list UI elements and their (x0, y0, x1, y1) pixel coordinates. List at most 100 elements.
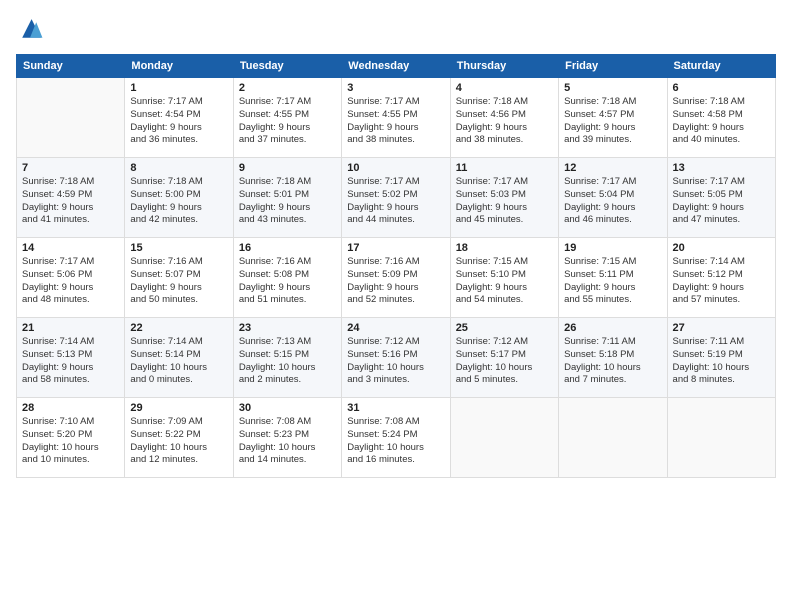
calendar-cell: 17 Sunrise: 7:16 AMSunset: 5:09 PMDayligh… (342, 238, 450, 318)
calendar-week-row: 28 Sunrise: 7:10 AMSunset: 5:20 PMDayligh… (17, 398, 776, 478)
calendar-cell: 8 Sunrise: 7:18 AMSunset: 5:00 PMDaylight… (125, 158, 233, 238)
day-number: 1 (130, 82, 227, 94)
calendar-cell: 13Sunrise: 7:17 AMSunset: 5:05 PMDayligh… (667, 158, 775, 238)
day-number: 16 (239, 242, 336, 254)
calendar-cell: 20Sunrise: 7:14 AMSunset: 5:12 PMDayligh… (667, 238, 775, 318)
calendar-cell: 12 Sunrise: 7:17 AMSunset: 5:04 PMDayligh… (559, 158, 667, 238)
calendar-cell (667, 398, 775, 478)
cell-content: Sunrise: 7:09 AMSunset: 5:22 PMDaylight:… (130, 416, 227, 467)
calendar-cell: 15 Sunrise: 7:16 AMSunset: 5:07 PMDayligh… (125, 238, 233, 318)
cell-content: Sunrise: 7:15 AMSunset: 5:10 PMDaylight:… (456, 256, 553, 307)
cell-content: Sunrise: 7:11 AMSunset: 5:18 PMDaylight:… (564, 336, 661, 387)
day-number: 22 (130, 322, 227, 334)
day-number: 3 (347, 82, 444, 94)
calendar-header-row: SundayMondayTuesdayWednesdayThursdayFrid… (17, 55, 776, 78)
day-header-wednesday: Wednesday (342, 55, 450, 78)
day-number: 17 (347, 242, 444, 254)
cell-content: Sunrise: 7:18 AMSunset: 4:56 PMDaylight:… (456, 96, 553, 147)
cell-content: Sunrise: 7:17 AMSunset: 4:55 PMDaylight:… (347, 96, 444, 147)
day-number: 31 (347, 402, 444, 414)
calendar-cell: 7 Sunrise: 7:18 AMSunset: 4:59 PMDaylight… (17, 158, 125, 238)
day-number: 20 (673, 242, 770, 254)
day-number: 11 (456, 162, 553, 174)
cell-content: Sunrise: 7:13 AMSunset: 5:15 PMDaylight:… (239, 336, 336, 387)
calendar-cell: 10Sunrise: 7:17 AMSunset: 5:02 PMDayligh… (342, 158, 450, 238)
day-number: 9 (239, 162, 336, 174)
day-header-sunday: Sunday (17, 55, 125, 78)
calendar-cell: 22 Sunrise: 7:14 AMSunset: 5:14 PMDayligh… (125, 318, 233, 398)
calendar-cell: 4 Sunrise: 7:18 AMSunset: 4:56 PMDaylight… (450, 78, 558, 158)
cell-content: Sunrise: 7:18 AMSunset: 4:59 PMDaylight:… (22, 176, 119, 227)
day-number: 23 (239, 322, 336, 334)
calendar-cell: 25Sunrise: 7:12 AMSunset: 5:17 PMDayligh… (450, 318, 558, 398)
calendar-cell: 23 Sunrise: 7:13 AMSunset: 5:15 PMDayligh… (233, 318, 341, 398)
day-header-tuesday: Tuesday (233, 55, 341, 78)
calendar-cell: 19Sunrise: 7:15 AMSunset: 5:11 PMDayligh… (559, 238, 667, 318)
calendar-cell: 5 Sunrise: 7:18 AMSunset: 4:57 PMDaylight… (559, 78, 667, 158)
logo (16, 16, 46, 44)
calendar-table: SundayMondayTuesdayWednesdayThursdayFrid… (16, 54, 776, 478)
cell-content: Sunrise: 7:16 AMSunset: 5:07 PMDaylight:… (130, 256, 227, 307)
calendar-cell: 6 Sunrise: 7:18 AMSunset: 4:58 PMDaylight… (667, 78, 775, 158)
calendar-cell: 30Sunrise: 7:08 AMSunset: 5:23 PMDayligh… (233, 398, 341, 478)
calendar-cell: 14 Sunrise: 7:17 AMSunset: 5:06 PMDayligh… (17, 238, 125, 318)
day-header-thursday: Thursday (450, 55, 558, 78)
calendar-cell: 21 Sunrise: 7:14 AMSunset: 5:13 PMDayligh… (17, 318, 125, 398)
page-container: SundayMondayTuesdayWednesdayThursdayFrid… (0, 0, 792, 486)
cell-content: Sunrise: 7:14 AMSunset: 5:13 PMDaylight:… (22, 336, 119, 387)
day-number: 7 (22, 162, 119, 174)
calendar-cell: 28 Sunrise: 7:10 AMSunset: 5:20 PMDayligh… (17, 398, 125, 478)
day-number: 12 (564, 162, 661, 174)
calendar-week-row: 1 Sunrise: 7:17 AMSunset: 4:54 PMDaylight… (17, 78, 776, 158)
cell-content: Sunrise: 7:16 AMSunset: 5:09 PMDaylight:… (347, 256, 444, 307)
day-header-saturday: Saturday (667, 55, 775, 78)
cell-content: Sunrise: 7:12 AMSunset: 5:16 PMDaylight:… (347, 336, 444, 387)
calendar-cell: 27Sunrise: 7:11 AMSunset: 5:19 PMDayligh… (667, 318, 775, 398)
calendar-cell: 24 Sunrise: 7:12 AMSunset: 5:16 PMDayligh… (342, 318, 450, 398)
cell-content: Sunrise: 7:18 AMSunset: 5:01 PMDaylight:… (239, 176, 336, 227)
calendar-cell: 1 Sunrise: 7:17 AMSunset: 4:54 PMDaylight… (125, 78, 233, 158)
calendar-cell: 29Sunrise: 7:09 AMSunset: 5:22 PMDayligh… (125, 398, 233, 478)
calendar-cell: 31 Sunrise: 7:08 AMSunset: 5:24 PMDayligh… (342, 398, 450, 478)
calendar-week-row: 7 Sunrise: 7:18 AMSunset: 4:59 PMDaylight… (17, 158, 776, 238)
calendar-cell: 9 Sunrise: 7:18 AMSunset: 5:01 PMDaylight… (233, 158, 341, 238)
day-number: 28 (22, 402, 119, 414)
calendar-cell: 18 Sunrise: 7:15 AMSunset: 5:10 PMDayligh… (450, 238, 558, 318)
day-number: 2 (239, 82, 336, 94)
cell-content: Sunrise: 7:18 AMSunset: 4:57 PMDaylight:… (564, 96, 661, 147)
cell-content: Sunrise: 7:12 AMSunset: 5:17 PMDaylight:… (456, 336, 553, 387)
day-number: 14 (22, 242, 119, 254)
cell-content: Sunrise: 7:17 AMSunset: 5:06 PMDaylight:… (22, 256, 119, 307)
day-number: 4 (456, 82, 553, 94)
calendar-cell: 11 Sunrise: 7:17 AMSunset: 5:03 PMDayligh… (450, 158, 558, 238)
cell-content: Sunrise: 7:17 AMSunset: 5:04 PMDaylight:… (564, 176, 661, 227)
calendar-cell: 16 Sunrise: 7:16 AMSunset: 5:08 PMDayligh… (233, 238, 341, 318)
day-number: 26 (564, 322, 661, 334)
cell-content: Sunrise: 7:18 AMSunset: 5:00 PMDaylight:… (130, 176, 227, 227)
cell-content: Sunrise: 7:08 AMSunset: 5:24 PMDaylight:… (347, 416, 444, 467)
header (16, 16, 776, 44)
cell-content: Sunrise: 7:16 AMSunset: 5:08 PMDaylight:… (239, 256, 336, 307)
cell-content: Sunrise: 7:15 AMSunset: 5:11 PMDaylight:… (564, 256, 661, 307)
cell-content: Sunrise: 7:10 AMSunset: 5:20 PMDaylight:… (22, 416, 119, 467)
calendar-cell (450, 398, 558, 478)
day-header-friday: Friday (559, 55, 667, 78)
cell-content: Sunrise: 7:17 AMSunset: 5:03 PMDaylight:… (456, 176, 553, 227)
day-number: 8 (130, 162, 227, 174)
cell-content: Sunrise: 7:08 AMSunset: 5:23 PMDaylight:… (239, 416, 336, 467)
day-number: 10 (347, 162, 444, 174)
cell-content: Sunrise: 7:17 AMSunset: 4:54 PMDaylight:… (130, 96, 227, 147)
calendar-cell (17, 78, 125, 158)
day-number: 21 (22, 322, 119, 334)
day-number: 27 (673, 322, 770, 334)
cell-content: Sunrise: 7:14 AMSunset: 5:14 PMDaylight:… (130, 336, 227, 387)
day-number: 5 (564, 82, 661, 94)
cell-content: Sunrise: 7:17 AMSunset: 5:05 PMDaylight:… (673, 176, 770, 227)
calendar-week-row: 21 Sunrise: 7:14 AMSunset: 5:13 PMDayligh… (17, 318, 776, 398)
day-number: 24 (347, 322, 444, 334)
day-number: 18 (456, 242, 553, 254)
calendar-cell: 2Sunrise: 7:17 AMSunset: 4:55 PMDaylight… (233, 78, 341, 158)
cell-content: Sunrise: 7:18 AMSunset: 4:58 PMDaylight:… (673, 96, 770, 147)
day-number: 15 (130, 242, 227, 254)
day-number: 6 (673, 82, 770, 94)
